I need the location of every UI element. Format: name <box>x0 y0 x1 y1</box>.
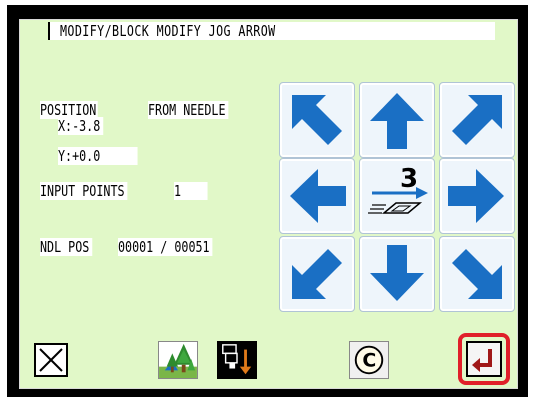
jog-up-button[interactable] <box>359 82 435 158</box>
arrow-right-icon <box>448 169 504 223</box>
enter-button[interactable] <box>466 341 502 377</box>
position-reference: FROM NEEDLE <box>148 101 229 119</box>
jog-speed-button[interactable]: 3 <box>359 158 435 234</box>
tree-button[interactable] <box>158 341 198 379</box>
svg-text:C: C <box>362 350 376 372</box>
page-title: MODIFY/BLOCK MODIFY JOG ARROW <box>60 22 276 40</box>
jog-down-button[interactable] <box>359 236 435 312</box>
jog-right-button[interactable] <box>439 158 515 234</box>
arrow-down-icon <box>370 245 424 301</box>
arrow-down-right-icon <box>452 249 502 299</box>
arrow-down-left-icon <box>292 249 342 299</box>
needle-down-icon <box>222 344 252 375</box>
arrow-up-right-icon <box>452 95 502 145</box>
jog-speed-icon: 3 <box>368 164 428 214</box>
c-icon: C <box>354 345 384 375</box>
jog-down-right-button[interactable] <box>439 236 515 312</box>
arrow-up-left-icon <box>292 95 342 145</box>
jog-up-right-button[interactable] <box>439 82 515 158</box>
enter-icon <box>472 349 492 372</box>
jog-left-button[interactable] <box>279 158 355 234</box>
close-icon <box>39 348 63 372</box>
arrow-up-icon <box>370 93 424 149</box>
jog-down-left-button[interactable] <box>279 236 355 312</box>
tree-icon <box>159 343 197 378</box>
input-points-value: 1 <box>174 182 208 200</box>
position-y-value: Y:+0.0 <box>58 147 138 165</box>
c-button[interactable]: C <box>349 341 389 379</box>
arrow-left-icon <box>290 169 346 223</box>
jog-speed-value: 3 <box>400 164 418 194</box>
needle-down-button[interactable] <box>217 341 257 379</box>
cancel-button[interactable] <box>34 343 68 377</box>
input-points-label: INPUT POINTS <box>40 182 128 200</box>
needle-pos-label: NDL POS <box>40 238 93 256</box>
position-x-value: X:-3.8 <box>58 117 104 135</box>
needle-pos-value: 00001 / 00051 <box>118 238 213 256</box>
jog-up-left-button[interactable] <box>279 82 355 158</box>
